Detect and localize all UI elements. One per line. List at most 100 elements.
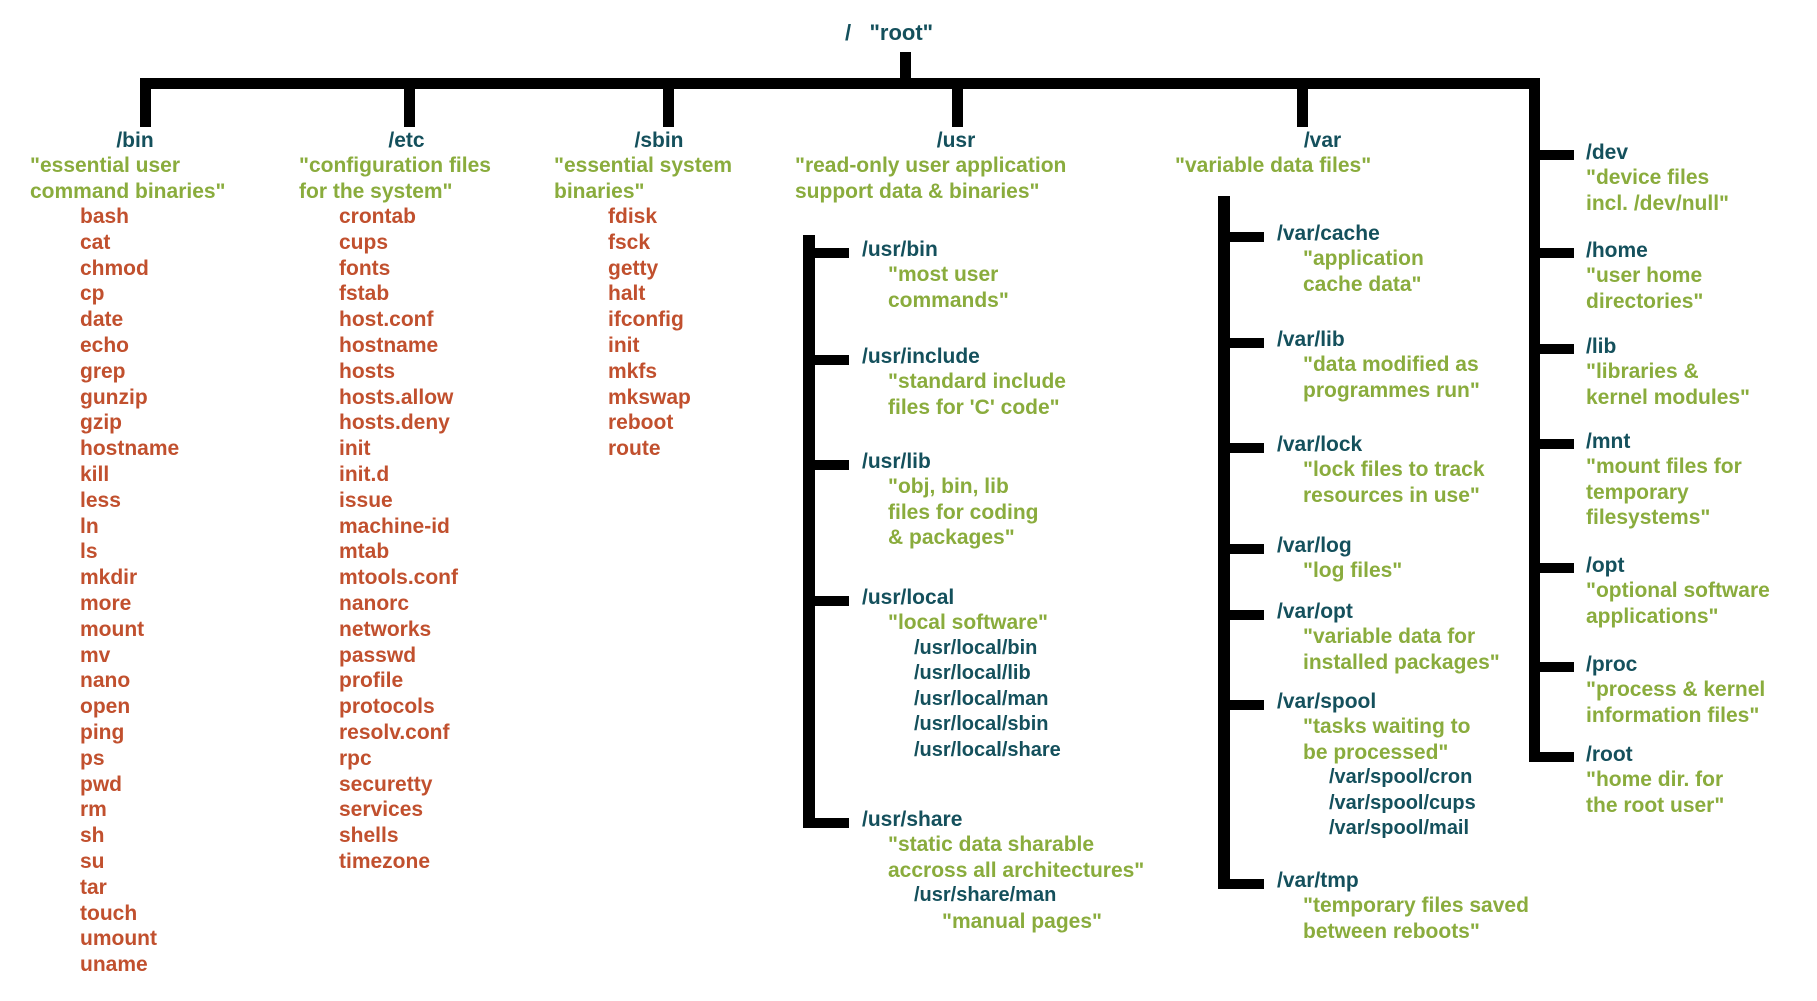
dir-label-proc: /proc: [1586, 653, 1638, 676]
list-item: more: [80, 591, 132, 615]
list-item: echo: [80, 333, 130, 357]
dir-label-root-dir: /root: [1586, 743, 1633, 766]
list-item: /var/spool/cups: [1329, 791, 1476, 814]
list-item: gzip: [80, 411, 122, 435]
list-item: init: [608, 333, 640, 357]
list-item: ps: [80, 746, 105, 770]
list-item: chmod: [80, 256, 149, 280]
dir-label-mnt: /mnt: [1586, 430, 1631, 453]
dir-label-home: /home: [1586, 239, 1648, 262]
list-item: sh: [80, 824, 105, 848]
list-item: mount: [80, 617, 145, 641]
desc-usr-bin: "most user commands": [888, 263, 1009, 312]
list-item: fstab: [339, 282, 390, 306]
desc-root-dir: "home dir. for the root user": [1586, 768, 1725, 817]
list-item: pwd: [80, 772, 122, 796]
desc-mnt: "mount files for temporary filesystems": [1586, 455, 1742, 529]
list-item: uname: [80, 953, 148, 977]
dir-node-var-lock: /var/lock "lock files to track resources…: [1277, 432, 1485, 508]
dir-label-usr: /usr: [936, 129, 976, 152]
dir-label-var-lib: /var/lib: [1277, 328, 1345, 351]
list-item: cups: [339, 230, 389, 254]
list-item: /var/spool/mail: [1329, 817, 1470, 839]
root-label: "root": [869, 20, 934, 45]
column-bin: /bin "essential user command binaries" b…: [30, 128, 280, 978]
dir-node-usr-lib: /usr/lib "obj, bin, lib files for coding…: [862, 449, 1039, 551]
list-item: fdisk: [608, 205, 658, 228]
desc-lib: "libraries & kernel modules": [1586, 360, 1751, 409]
dir-node-opt: /opt "optional software applications": [1586, 553, 1770, 629]
list-item: host.conf: [339, 308, 434, 332]
list-item: tar: [80, 875, 107, 899]
dir-node-var-lib: /var/lib "data modified as programmes ru…: [1277, 327, 1480, 403]
list-item: cp: [80, 282, 105, 306]
dir-node-lib: /lib "libraries & kernel modules": [1586, 334, 1750, 410]
list-item: /var/spool/cron: [1329, 766, 1473, 788]
desc-bin: "essential user command binaries": [30, 154, 226, 203]
dir-node-var-cache: /var/cache "application cache data": [1277, 221, 1424, 297]
dir-node-home: /home "user home directories": [1586, 238, 1703, 314]
list-item: mtab: [339, 540, 390, 564]
desc-var-tmp: "temporary files saved between reboots": [1303, 894, 1529, 943]
list-item: nanorc: [339, 591, 410, 615]
list-item: init.d: [339, 462, 390, 486]
list-item: getty: [608, 256, 659, 280]
dir-label-lib: /lib: [1586, 335, 1617, 358]
dir-label-usr-lib: /usr/lib: [862, 450, 931, 473]
dir-node-usr: /usr "read-only user application support…: [795, 128, 1117, 204]
dir-label-opt: /opt: [1586, 554, 1625, 577]
list-item: machine-id: [339, 514, 450, 538]
list-item: init: [339, 437, 371, 461]
dir-label-usr-local: /usr/local: [862, 586, 955, 609]
list-item: timezone: [339, 849, 431, 873]
list-item: /usr/local/sbin: [914, 713, 1049, 735]
list-item: mkfs: [608, 359, 658, 383]
list-item: crontab: [339, 205, 417, 228]
dir-node-root-dir: /root "home dir. for the root user": [1586, 742, 1724, 818]
dir-node-proc: /proc "process & kernel information file…: [1586, 652, 1765, 728]
list-item: hostname: [80, 437, 180, 461]
list-item: route: [608, 437, 661, 461]
dir-node-var: /var "variable data files": [1175, 128, 1470, 179]
list-item: shells: [339, 824, 399, 848]
list-item: issue: [339, 488, 393, 512]
list-item: /usr/local/lib: [914, 662, 1031, 684]
desc-dev: "device files incl. /dev/null": [1586, 166, 1729, 215]
list-item: /usr/local/share: [914, 738, 1061, 761]
list-item: touch: [80, 901, 138, 925]
list-item: hosts.allow: [339, 385, 454, 409]
cmd-list-bin: bash cat chmod cp date echo grep gunzip …: [30, 204, 280, 978]
list-item: grep: [80, 359, 126, 383]
list-item: open: [80, 695, 131, 719]
dir-label-dev: /dev: [1586, 141, 1629, 164]
list-item: cat: [80, 230, 111, 254]
desc-var-lock: "lock files to track resources in use": [1303, 458, 1485, 507]
list-item: networks: [339, 617, 432, 641]
desc-var-log: "log files": [1303, 559, 1403, 582]
dir-node-var-spool: /var/spool "tasks waiting to be processe…: [1277, 689, 1476, 842]
list-item: less: [80, 488, 121, 512]
desc-var-spool: "tasks waiting to be processed": [1303, 715, 1471, 764]
dir-node-var-log: /var/log "log files": [1277, 533, 1402, 584]
desc-usr-share: "static data sharable accross all archit…: [888, 833, 1145, 882]
dir-label-var-tmp: /var/tmp: [1277, 869, 1359, 892]
list-item: bash: [80, 205, 130, 228]
list-item: ping: [80, 720, 125, 744]
list-item: securetty: [339, 772, 433, 796]
sub-list-var-spool: /var/spool/cron /var/spool/cups /var/spo…: [1277, 765, 1476, 842]
desc-proc: "process & kernel information files": [1586, 678, 1766, 727]
dir-label-usr-share: /usr/share: [862, 808, 963, 831]
list-item: services: [339, 798, 424, 822]
dir-label-etc: /etc: [388, 129, 425, 152]
list-item: rpc: [339, 746, 372, 770]
list-item: nano: [80, 669, 131, 693]
desc-opt: "optional software applications": [1586, 579, 1770, 628]
desc-var: "variable data files": [1175, 154, 1372, 177]
list-item: date: [80, 308, 124, 332]
list-item: resolv.conf: [339, 720, 450, 744]
list-item: halt: [608, 282, 646, 306]
list-item: gunzip: [80, 385, 148, 409]
desc-var-cache: "application cache data": [1303, 247, 1424, 296]
list-item: fonts: [339, 256, 391, 280]
dir-node-usr-local: /usr/local "local software" /usr/local/b…: [862, 585, 1061, 763]
